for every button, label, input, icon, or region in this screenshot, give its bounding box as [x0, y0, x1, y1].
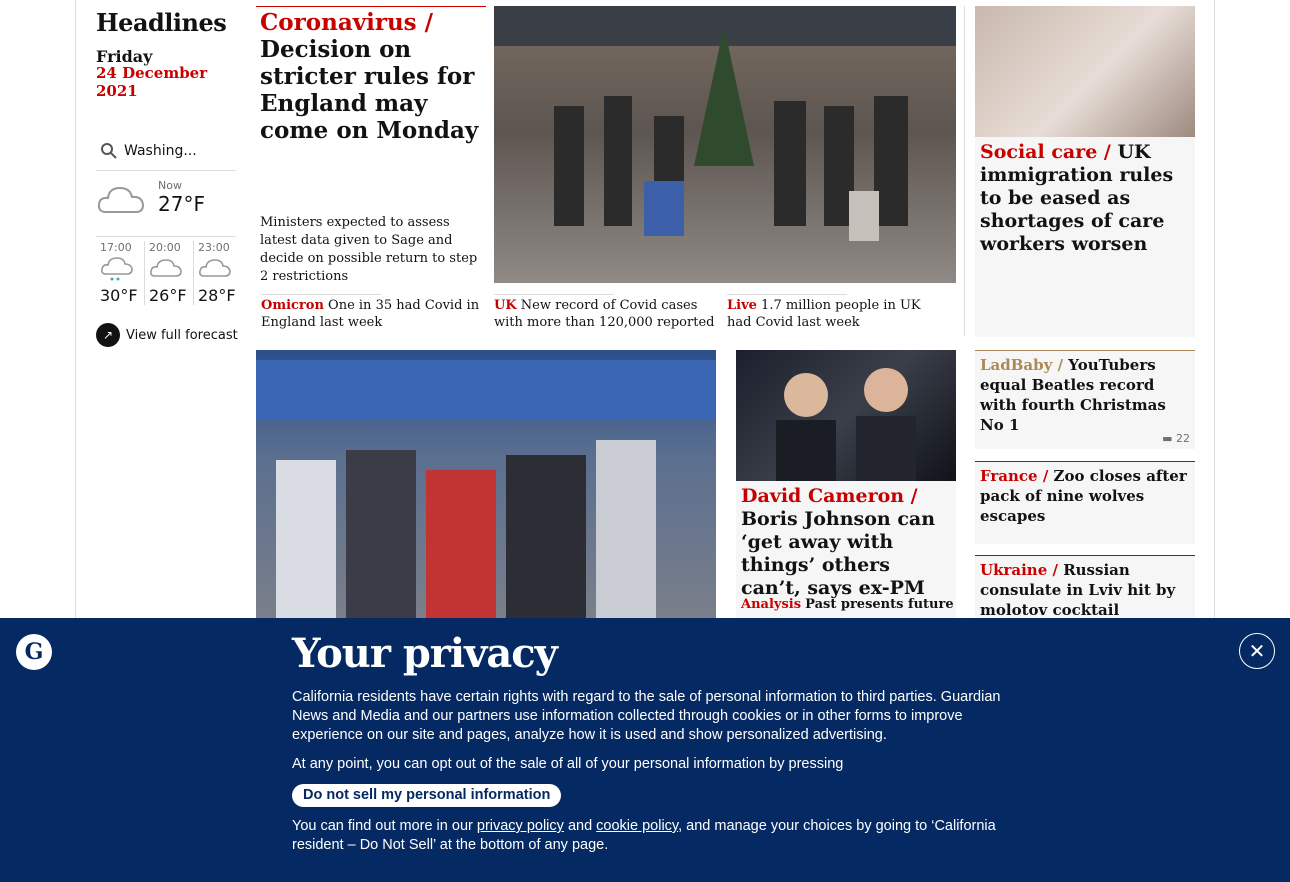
sublink-text: 1.7 million people in UK had Covid last … — [727, 298, 921, 330]
story-kicker: Social care / — [980, 141, 1111, 163]
privacy-title: Your privacy — [292, 630, 558, 677]
sublink[interactable]: UK New record of Covid cases with more t… — [494, 294, 716, 331]
sublink-text: Past presents future — [805, 597, 954, 612]
cookie-policy-link[interactable]: cookie policy — [596, 818, 678, 834]
date-label: 24 December 2021 — [96, 64, 208, 100]
story-kicker: France / — [980, 467, 1049, 485]
location-value: Washing... — [124, 143, 197, 159]
external-link-icon: ↗ — [96, 323, 120, 347]
search-icon — [101, 143, 117, 159]
column-divider — [964, 6, 965, 336]
privacy-paragraph: California residents have certain rights… — [292, 689, 1001, 743]
france-story[interactable]: France / Zoo closes after pack of nine w… — [975, 461, 1195, 544]
lead-headline-block: Coronavirus / Decision on stricter rules… — [256, 7, 486, 146]
do-not-sell-button[interactable]: Do not sell my personal information — [292, 784, 562, 807]
cameron-sublink[interactable]: Analysis Past presents future — [741, 597, 954, 612]
hourly-forecast: 17:00 30°F 20:00 26°F 23:00 28°F — [96, 237, 242, 305]
comment-count[interactable]: ▬ 22 — [1162, 432, 1190, 445]
sublink-kicker: Analysis — [741, 597, 802, 612]
current-weather: Now 27°F — [96, 171, 236, 237]
sublink-kicker: Omicron — [261, 298, 324, 313]
story-kicker: LadBaby / — [980, 356, 1064, 374]
lead-image[interactable] — [494, 6, 956, 283]
story-text-block: Ukraine / Russian consulate in Lviv hit … — [980, 560, 1190, 620]
now-temperature: 27°F — [158, 192, 205, 216]
close-icon[interactable]: ✕ — [1239, 633, 1275, 669]
section-title: Headlines — [96, 8, 227, 37]
sublink-kicker: Live — [727, 298, 757, 313]
cloud-icon — [199, 259, 231, 277]
ukraine-story[interactable]: Ukraine / Russian consulate in Lviv hit … — [975, 555, 1195, 625]
story-headline: Boris Johnson can ‘get away with things’… — [741, 508, 936, 599]
airport-image[interactable] — [256, 350, 716, 618]
privacy-banner: G Your privacy California residents have… — [0, 618, 1290, 882]
guardian-logo-icon: G — [16, 634, 52, 670]
privacy-policy-link[interactable]: privacy policy — [477, 818, 564, 834]
cameron-image[interactable] — [736, 350, 956, 481]
social-care-image[interactable] — [975, 6, 1195, 137]
hour-time: 17:00 — [100, 241, 132, 254]
hour-item: 17:00 30°F — [96, 241, 144, 305]
sublink-kicker: UK — [494, 298, 517, 313]
cloud-icon — [97, 186, 145, 213]
privacy-body: California residents have certain rights… — [292, 688, 1002, 865]
snow-cloud-icon — [101, 257, 133, 281]
left-rail: Headlines Friday 24 December 2021 Washin… — [96, 0, 241, 347]
story-text-block: David Cameron / Boris Johnson can ‘get a… — [736, 481, 956, 604]
view-full-forecast-link[interactable]: ↗ View full forecast — [96, 323, 241, 347]
comment-icon: ▬ — [1162, 432, 1173, 445]
lead-headline: Decision on stricter rules for England m… — [260, 36, 479, 144]
hour-temp: 28°F — [198, 286, 236, 305]
hour-time: 23:00 — [198, 241, 230, 254]
moon-cloud-icon — [150, 259, 182, 277]
hour-time: 20:00 — [149, 241, 181, 254]
story-kicker: David Cameron / — [741, 485, 918, 507]
sublink[interactable]: Live 1.7 million people in UK had Covid … — [727, 294, 949, 331]
sublink-text: New record of Covid cases with more than… — [494, 298, 715, 330]
lead-standfirst: Ministers expected to assess latest data… — [260, 215, 478, 284]
ladbaby-story[interactable]: LadBaby / YouTubers equal Beatles record… — [975, 350, 1195, 449]
lead-story[interactable]: Coronavirus / Decision on stricter rules… — [256, 6, 486, 290]
forecast-label: View full forecast — [126, 327, 238, 343]
story-text-block: Social care / UK immigration rules to be… — [980, 141, 1190, 256]
social-care-story[interactable]: Social care / UK immigration rules to be… — [975, 137, 1195, 337]
hour-temp: 30°F — [100, 286, 138, 305]
privacy-paragraph: At any point, you can opt out of the sal… — [292, 756, 844, 772]
story-text-block: France / Zoo closes after pack of nine w… — [980, 466, 1190, 526]
hour-temp: 26°F — [149, 286, 187, 305]
story-text-block: LadBaby / YouTubers equal Beatles record… — [980, 355, 1190, 435]
cameron-story[interactable]: David Cameron / Boris Johnson can ‘get a… — [736, 481, 956, 618]
weather-location-search[interactable]: Washing... — [96, 136, 236, 171]
hour-item: 23:00 28°F — [193, 241, 242, 305]
now-label: Now — [158, 179, 182, 192]
hour-item: 20:00 26°F — [144, 241, 193, 305]
sublink[interactable]: Omicron One in 35 had Covid in England l… — [261, 294, 483, 331]
privacy-paragraph: You can find out more in our privacy pol… — [292, 818, 996, 853]
story-kicker: Ukraine / — [980, 561, 1058, 579]
lead-kicker: Coronavirus / — [260, 9, 434, 36]
